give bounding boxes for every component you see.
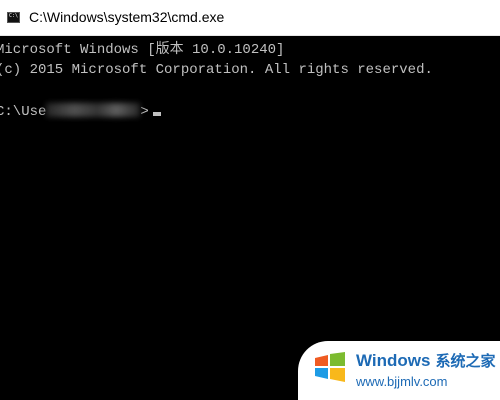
watermark-brand-cn: 系统之家 <box>435 353 496 370</box>
title-bar[interactable]: C:\ C:\Windows\system32\cmd.exe <box>0 0 500 36</box>
watermark-url: www.bjjmlv.com <box>356 374 448 389</box>
console-prompt-line: C:\Use > <box>0 101 161 124</box>
window-title: C:\Windows\system32\cmd.exe <box>29 9 225 25</box>
windows-logo-icon <box>315 352 345 382</box>
watermark-brand: Windows 系统之家 <box>356 351 495 372</box>
watermark-brand-en: Windows <box>356 351 431 370</box>
site-watermark: Windows 系统之家 www.bjjmlv.com <box>298 341 500 400</box>
prompt-path: C:\Use <box>0 104 47 120</box>
redacted-username <box>46 103 141 117</box>
prompt-symbol: > <box>140 104 149 120</box>
cmd-icon[interactable]: C:\ <box>7 12 20 23</box>
cmd-window: C:\ C:\Windows\system32\cmd.exe Microsof… <box>0 0 500 400</box>
cmd-icon-label: C:\ <box>9 13 19 19</box>
console-line-copyright: (c) 2015 Microsoft Corporation. All righ… <box>0 62 433 78</box>
text-cursor <box>152 112 161 116</box>
